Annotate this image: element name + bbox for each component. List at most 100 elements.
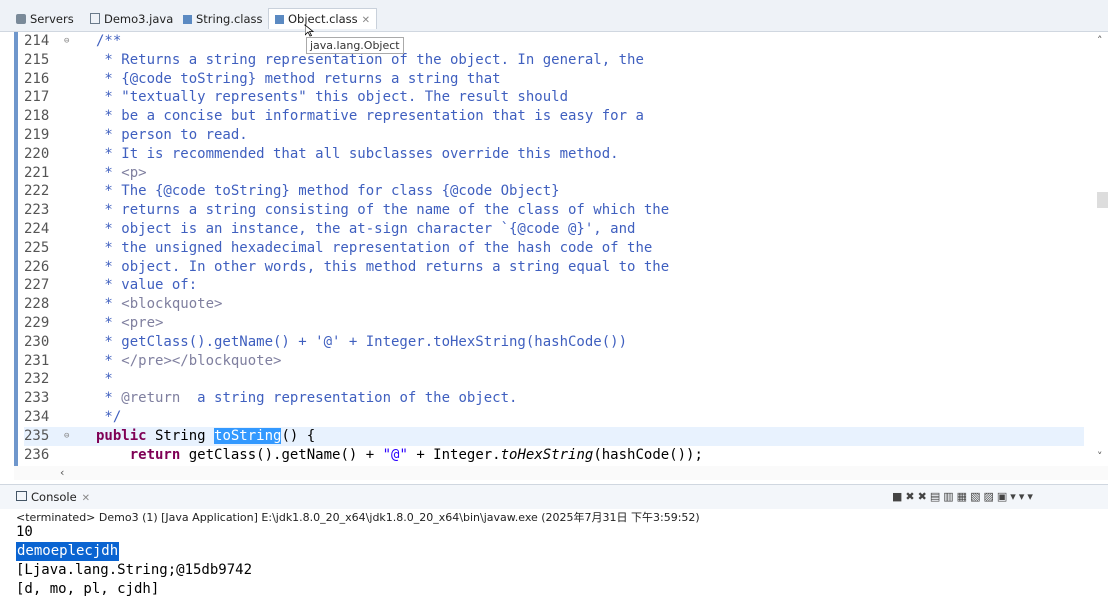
code-line: 224 * object is an instance, the at-sign… bbox=[24, 220, 1084, 239]
line-number: 221 bbox=[24, 164, 50, 181]
horizontal-scrollbar[interactable]: ‹ bbox=[14, 466, 1108, 480]
code-text: return getClass().getName() + "@" + Inte… bbox=[129, 446, 703, 463]
console-output-line: [Ljava.lang.String;@15db9742 bbox=[16, 562, 253, 578]
console-header: Console ✕ ■✖✖▤▥▦▧▨▣▾▾▾ bbox=[0, 484, 1108, 509]
line-number: 217 bbox=[24, 89, 50, 106]
code-text: public String toString() { bbox=[96, 427, 316, 444]
console-tab-label: Console bbox=[31, 490, 77, 504]
code-line: 215 * Returns a string representation of… bbox=[24, 51, 1084, 70]
line-number: 227 bbox=[24, 277, 50, 294]
tab-object-label: Object.class bbox=[288, 12, 358, 26]
scroll-lock-icon[interactable]: ▥ bbox=[943, 490, 956, 503]
line-number: 235 bbox=[24, 427, 50, 444]
code-text: * returns a string consisting of the nam… bbox=[96, 202, 670, 219]
close-icon[interactable]: ✕ bbox=[362, 15, 370, 26]
line-number: 215 bbox=[24, 51, 50, 68]
show-stdout-icon[interactable]: ▧ bbox=[970, 490, 983, 503]
code-line: 221 * <p> bbox=[24, 164, 1084, 183]
line-number: 230 bbox=[24, 333, 50, 350]
line-number: 234 bbox=[24, 408, 50, 425]
code-text: * person to read. bbox=[96, 126, 248, 143]
left-margin bbox=[0, 32, 12, 482]
tab-string-label: String.class bbox=[196, 12, 263, 26]
code-text: */ bbox=[96, 408, 122, 425]
code-editor[interactable]: 214 ⊖ /** 215 * Returns a string representa… bbox=[14, 32, 1108, 466]
tab-servers[interactable]: Servers bbox=[16, 9, 74, 29]
code-text: * "textually represents" this object. Th… bbox=[96, 89, 569, 106]
close-icon[interactable]: ✕ bbox=[82, 493, 90, 504]
scroll-up-icon[interactable]: ˄ bbox=[1097, 34, 1103, 47]
overview-ruler bbox=[14, 32, 18, 466]
code-line: 232 * bbox=[24, 370, 1084, 389]
code-line: 228 * <blockquote> bbox=[24, 295, 1084, 314]
tab-demo3-java[interactable]: Demo3.java bbox=[90, 9, 173, 29]
code-line: 227 * value of: bbox=[24, 276, 1084, 295]
scrollbar-thumb[interactable] bbox=[1097, 192, 1108, 208]
remove-all-icon[interactable]: ✖ bbox=[918, 490, 930, 503]
show-stderr-icon[interactable]: ▨ bbox=[983, 490, 996, 503]
line-number: 219 bbox=[24, 126, 50, 143]
line-number: 214 bbox=[24, 33, 50, 49]
code-text: * be a concise but informative represent… bbox=[96, 108, 644, 125]
code-line: 218 * be a concise but informative repre… bbox=[24, 107, 1084, 126]
tab-servers-label: Servers bbox=[30, 12, 74, 26]
code-text: * object. In other words, this method re… bbox=[96, 258, 670, 275]
view-menu-icon[interactable]: ▾ bbox=[1027, 490, 1036, 503]
code-text: * bbox=[96, 371, 113, 388]
code-text: * the unsigned hexadecimal representatio… bbox=[96, 239, 653, 256]
vertical-scrollbar[interactable]: ˄ ˅ bbox=[1094, 32, 1108, 466]
line-number: 236 bbox=[24, 446, 50, 463]
class-file-icon bbox=[275, 15, 284, 24]
code-line: 225 * the unsigned hexadecimal represent… bbox=[24, 239, 1084, 258]
code-line: 233 * @return a string representation of… bbox=[24, 389, 1084, 408]
console-output-line-selected: demoeplecjdh bbox=[16, 542, 120, 561]
code-line: 216 * {@code toString} method returns a … bbox=[24, 70, 1084, 89]
word-wrap-icon[interactable]: ▦ bbox=[957, 490, 970, 503]
console-status: <terminated> Demo3 (1) [Java Application… bbox=[16, 511, 700, 524]
code-line: 235 ⊖ public String toString() { bbox=[24, 426, 1084, 446]
tab-demo3-label: Demo3.java bbox=[104, 12, 174, 26]
line-number: 233 bbox=[24, 390, 50, 407]
console-icon bbox=[16, 491, 27, 501]
code-line: 223 * returns a string consisting of the… bbox=[24, 201, 1084, 220]
remove-launch-icon[interactable]: ✖ bbox=[905, 490, 917, 503]
scroll-left-icon[interactable]: ‹ bbox=[60, 466, 64, 479]
tooltip: java.lang.Object bbox=[306, 37, 404, 54]
display-console-icon[interactable]: ▾ bbox=[1010, 490, 1019, 503]
code-text: * @return a string representation of the… bbox=[96, 390, 518, 407]
code-text: * object is an instance, the at-sign cha… bbox=[96, 220, 636, 237]
line-number: 231 bbox=[24, 352, 50, 369]
terminate-icon[interactable]: ■ bbox=[892, 490, 905, 503]
code-line: 231 * </pre></blockquote> bbox=[24, 352, 1084, 371]
fold-icon[interactable]: ⊖ bbox=[64, 427, 69, 446]
line-number: 229 bbox=[24, 314, 50, 331]
line-number: 222 bbox=[24, 183, 50, 200]
code-text: * The {@code toString} method for class … bbox=[96, 183, 560, 200]
clear-console-icon[interactable]: ▤ bbox=[930, 490, 943, 503]
code-line: 234 */ bbox=[24, 408, 1084, 427]
scroll-down-icon[interactable]: ˅ bbox=[1097, 450, 1103, 463]
code-line: 220 * It is recommended that all subclas… bbox=[24, 145, 1084, 164]
code-text: * <p> bbox=[96, 164, 147, 181]
code-line: 230 * getClass().getName() + '@' + Integ… bbox=[24, 333, 1084, 352]
code-text: * </pre></blockquote> bbox=[96, 352, 282, 369]
line-number: 223 bbox=[24, 202, 50, 219]
pin-console-icon[interactable]: ▣ bbox=[997, 490, 1010, 503]
line-number: 228 bbox=[24, 296, 50, 313]
tab-object-class[interactable]: Object.class ✕ bbox=[268, 8, 378, 29]
console-output-line: 10 bbox=[16, 524, 33, 540]
servers-icon bbox=[16, 14, 26, 24]
line-number: 232 bbox=[24, 371, 50, 388]
code-line: 236 return getClass().getName() + "@" + … bbox=[24, 446, 1084, 465]
tab-console[interactable]: Console ✕ bbox=[16, 490, 90, 504]
line-number: 225 bbox=[24, 239, 50, 256]
fold-icon[interactable]: ⊖ bbox=[64, 32, 69, 51]
tab-string-class[interactable]: String.class bbox=[183, 9, 263, 29]
code-text: * <pre> bbox=[96, 314, 164, 331]
code-line: 222 * The {@code toString} method for cl… bbox=[24, 182, 1084, 201]
code-text: * value of: bbox=[96, 277, 198, 294]
code-line: 229 * <pre> bbox=[24, 314, 1084, 333]
code-text: /** bbox=[96, 33, 122, 49]
console-toolbar: ■✖✖▤▥▦▧▨▣▾▾▾ bbox=[892, 490, 1036, 503]
code-line: 214 ⊖ /** bbox=[24, 32, 1084, 51]
